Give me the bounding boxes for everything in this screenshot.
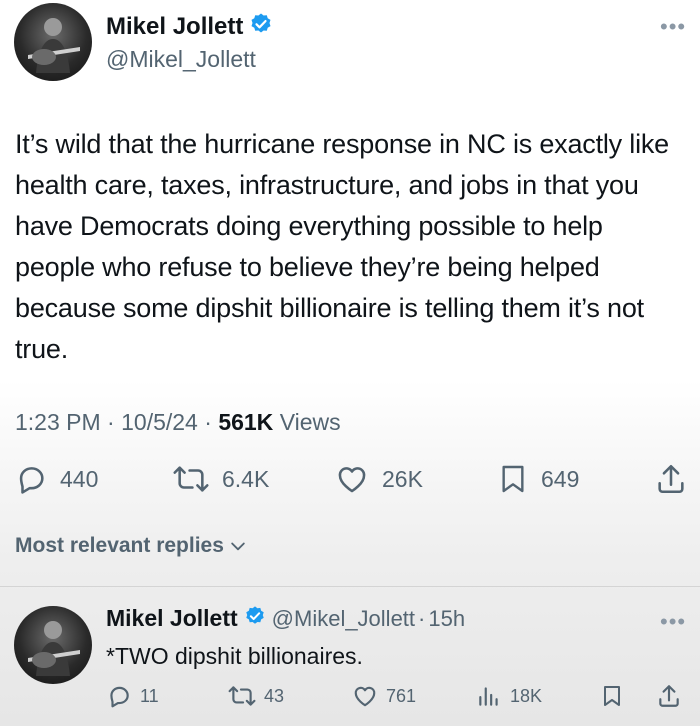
share-button[interactable] (654, 462, 688, 496)
tweet-date[interactable]: 10/5/24 (121, 409, 198, 435)
reply-button[interactable]: 440 (14, 462, 98, 496)
replies-filter-label: Most relevant replies (15, 534, 224, 557)
bookmark-icon (604, 686, 620, 706)
reply-text: *TWO dipshit billionaires. (106, 643, 363, 669)
more-icon[interactable]: ••• (660, 609, 686, 635)
reply-bookmark-button[interactable] (600, 683, 624, 709)
reply-icon (19, 467, 44, 494)
meta-separator: · (204, 409, 212, 435)
views-label: Views (279, 409, 341, 435)
verified-icon (244, 605, 266, 632)
repost-button[interactable]: 6.4K (172, 462, 269, 496)
views-icon (479, 687, 498, 706)
replies-filter[interactable]: Most relevant replies (15, 534, 248, 558)
tweet-text: It’s wild that the hurricane response in… (15, 129, 669, 364)
like-count: 26K (382, 465, 423, 492)
repost-icon (228, 686, 256, 706)
reply-like-count: 761 (386, 685, 417, 706)
author-avatar[interactable] (14, 3, 92, 81)
reply-views-count: 18K (510, 685, 543, 706)
reply-reply-count: 11 (140, 685, 159, 706)
bookmark-count: 649 (541, 465, 580, 492)
reply-share-button[interactable] (656, 683, 682, 709)
chevron-down-icon (231, 542, 245, 551)
reply-icon (110, 686, 129, 708)
reply-author-handle[interactable]: @Mikel_Jollett (272, 606, 415, 632)
reply-author-name[interactable]: Mikel Jollett (106, 605, 238, 632)
repost-icon (173, 466, 209, 492)
reply-repost-count: 43 (264, 685, 285, 706)
like-button[interactable]: 26K (334, 462, 423, 496)
tweet-meta: 1:23 PM · 10/5/24 · 561K Views (15, 409, 341, 436)
like-icon (354, 686, 376, 707)
reply-avatar[interactable] (14, 606, 92, 684)
reply-like-button[interactable]: 761 (352, 683, 416, 709)
repost-count: 6.4K (222, 465, 270, 492)
divider (0, 586, 700, 587)
meta-separator: · (107, 409, 115, 435)
reply-count: 440 (60, 465, 99, 492)
tweet-time[interactable]: 1:23 PM (15, 409, 101, 435)
views-count: 561K (218, 409, 274, 435)
avatar-photo (28, 621, 80, 676)
share-icon (658, 464, 684, 494)
reply-views-button[interactable]: 18K (476, 683, 542, 709)
more-icon[interactable]: ••• (660, 14, 686, 40)
author-handle[interactable]: @Mikel_Jollett (106, 46, 256, 73)
reply-repost-button[interactable]: 43 (228, 683, 284, 709)
bookmark-button[interactable]: 649 (497, 462, 579, 496)
share-icon (659, 685, 679, 707)
author-name-row: Mikel Jollett (106, 12, 273, 41)
verified-icon (249, 12, 273, 41)
reply-separator: · (418, 605, 426, 631)
reply-header: Mikel Jollett @Mikel_Jollett · 15h (106, 605, 465, 632)
author-name[interactable]: Mikel Jollett (106, 13, 243, 41)
reply-reply-button[interactable]: 11 (106, 683, 159, 709)
like-icon (338, 467, 366, 493)
avatar-photo (28, 18, 80, 73)
bookmark-icon (502, 465, 524, 493)
reply-age[interactable]: 15h (428, 606, 465, 632)
